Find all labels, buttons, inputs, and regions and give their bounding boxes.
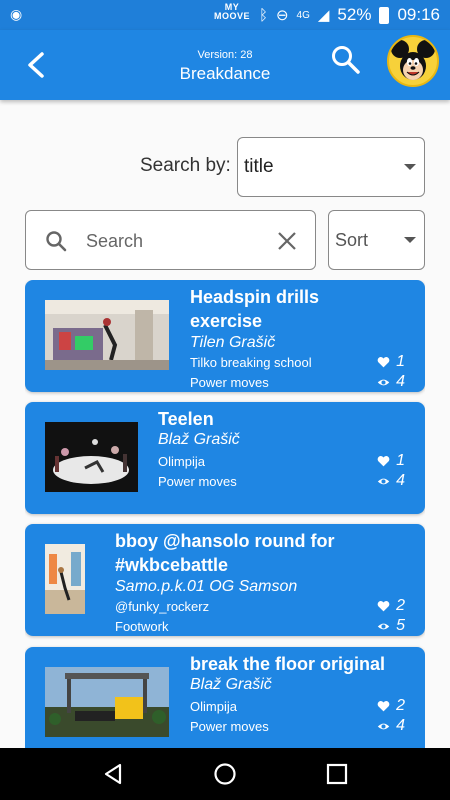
brand-bottom: MOOVE xyxy=(214,11,251,21)
views-count: 5 xyxy=(396,617,405,634)
mouse-avatar-icon xyxy=(391,40,435,80)
video-category: Power moves xyxy=(158,474,237,489)
likes-count: 1 xyxy=(396,353,405,370)
search-icon[interactable] xyxy=(330,44,362,76)
notification-dot-icon: ◉ xyxy=(10,6,23,22)
page-title: Breakdance xyxy=(179,64,271,83)
heart-icon xyxy=(377,455,390,466)
video-title: Teelen xyxy=(158,409,214,429)
video-author: Samo.p.k.01 OG Samson xyxy=(115,578,298,595)
battery-icon xyxy=(379,6,390,24)
video-title-line2: exercise xyxy=(190,311,263,331)
eye-icon xyxy=(377,379,390,385)
version-label: Version: 28 xyxy=(197,49,253,61)
search-icon xyxy=(46,231,67,252)
search-placeholder: Search xyxy=(86,231,144,251)
do-not-disturb-icon: ⊖ xyxy=(275,7,289,24)
video-thumbnail xyxy=(45,300,169,370)
likes-count: 2 xyxy=(396,597,405,614)
search-by-value: title xyxy=(244,156,274,177)
app-bar: Version: 28 Breakdance xyxy=(0,30,450,100)
sort-dropdown[interactable]: Sort xyxy=(328,210,425,270)
views-count: 4 xyxy=(396,717,405,734)
avatar[interactable] xyxy=(387,35,439,87)
video-title-line2: #wkbcebattle xyxy=(115,555,229,575)
likes-stat: 1 xyxy=(377,452,405,470)
video-card[interactable]: bboy @hansolo round for #wkbcebattle Sam… xyxy=(25,524,425,636)
video-title: bboy @hansolo round for xyxy=(115,531,335,551)
video-title: Headspin drills xyxy=(190,287,320,307)
video-category: Power moves xyxy=(190,719,269,734)
video-thumbnail xyxy=(45,422,138,492)
video-card[interactable]: Headspin drills exercise Tilen Grašič Ti… xyxy=(25,280,425,392)
views-stat: 4 xyxy=(377,472,405,490)
battery-percent: 52% xyxy=(337,5,372,24)
video-school: Olimpija xyxy=(190,699,237,714)
views-stat: 5 xyxy=(377,617,405,635)
likes-stat: 2 xyxy=(377,597,405,615)
video-school: Tilko breaking school xyxy=(190,355,312,370)
moove-notification-icon: MY MOOVE xyxy=(214,3,250,21)
video-card[interactable]: Teelen Blaž Grašič Olimpija Power moves … xyxy=(25,402,425,514)
video-author: Tilen Grašič xyxy=(190,334,276,351)
search-by-label: Search by: xyxy=(140,155,231,176)
nav-recents-icon[interactable] xyxy=(325,762,349,786)
heart-icon xyxy=(377,600,390,611)
views-count: 4 xyxy=(396,373,405,390)
likes-stat: 1 xyxy=(377,353,405,371)
views-stat: 4 xyxy=(377,717,405,735)
views-count: 4 xyxy=(396,472,405,489)
video-card[interactable]: break the floor original Blaž Grašič Oli… xyxy=(25,647,425,748)
clock: 09:16 xyxy=(397,5,440,24)
back-arrow-icon[interactable] xyxy=(22,50,50,80)
dropdown-arrow-icon xyxy=(404,237,416,243)
video-school: @funky_rockerz xyxy=(115,599,210,614)
video-category: Power moves xyxy=(190,375,269,390)
dropdown-arrow-icon xyxy=(404,164,416,170)
eye-icon xyxy=(377,478,390,484)
system-nav-bar xyxy=(0,748,450,800)
clear-icon[interactable] xyxy=(276,230,298,252)
video-author: Blaž Grašič xyxy=(190,676,272,693)
bluetooth-icon: ᛒ xyxy=(258,6,268,24)
likes-count: 2 xyxy=(396,697,405,714)
video-list: Headspin drills exercise Tilen Grašič Ti… xyxy=(25,280,425,748)
eye-icon xyxy=(377,623,390,629)
heart-icon xyxy=(377,356,390,367)
signal-icon: ◢ xyxy=(317,7,330,24)
heart-icon xyxy=(377,700,390,711)
search-by-dropdown[interactable]: title xyxy=(237,137,425,197)
views-stat: 4 xyxy=(377,373,405,391)
search-input[interactable]: Search xyxy=(25,210,316,270)
likes-count: 1 xyxy=(396,452,405,469)
video-thumbnail xyxy=(45,667,169,737)
video-author: Blaž Grašič xyxy=(158,431,240,448)
nav-home-icon[interactable] xyxy=(213,762,237,786)
video-title: break the floor original xyxy=(190,654,386,674)
video-category: Footwork xyxy=(115,619,169,634)
network-type: 4G xyxy=(296,9,310,21)
header-title-box: Version: 28 Breakdance xyxy=(120,49,330,84)
status-bar: ◉ MY MOOVE ᛒ ⊖ 4G ◢ 52% 09:16 xyxy=(0,0,450,30)
sort-placeholder: Sort xyxy=(335,230,369,250)
likes-stat: 2 xyxy=(377,697,405,715)
video-thumbnail xyxy=(45,544,85,614)
video-school: Olimpija xyxy=(158,454,205,469)
nav-back-icon[interactable] xyxy=(101,762,125,786)
eye-icon xyxy=(377,723,390,729)
